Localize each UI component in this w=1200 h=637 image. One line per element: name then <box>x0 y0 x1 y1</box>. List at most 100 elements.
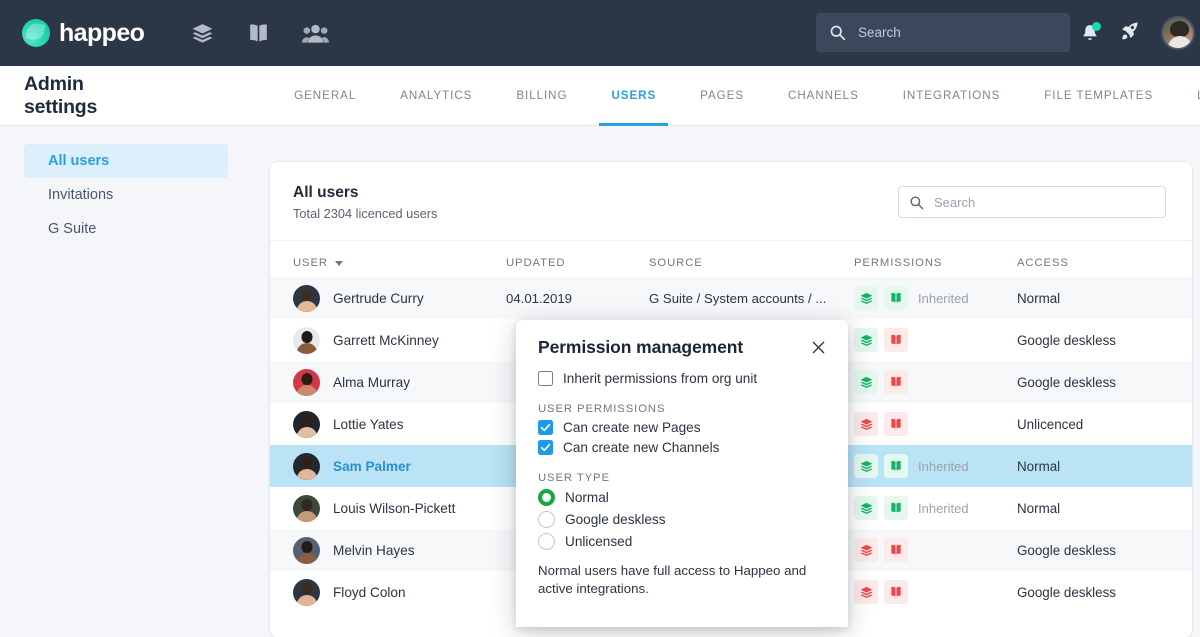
sidebar-item-label: Invitations <box>48 187 114 203</box>
permission-pages-icon[interactable] <box>854 454 878 478</box>
cell-updated: 04.01.2019 <box>506 290 573 306</box>
user-type-normal-radio[interactable] <box>538 489 555 506</box>
tab-integrations[interactable]: INTEGRATIONS <box>903 66 1001 126</box>
can-create-pages-checkbox[interactable] <box>538 420 553 435</box>
inherited-label: Inherited <box>918 500 969 516</box>
cell-permissions: Inherited <box>854 286 1017 310</box>
cell-permissions: Inherited <box>854 496 1017 520</box>
user-type-unlicensed-radio[interactable] <box>538 533 555 550</box>
inherit-permissions-checkbox[interactable] <box>538 371 553 386</box>
global-search-input[interactable] <box>858 25 1038 40</box>
user-type-row-unlicensed[interactable]: Unlicensed <box>538 533 826 550</box>
user-type-google-deskless-label: Google deskless <box>565 512 666 527</box>
users-card-header: All users Total 2304 licenced users <box>270 162 1192 241</box>
dialog-title: Permission management <box>538 337 744 357</box>
user-name: Gertrude Curry <box>333 290 424 306</box>
user-type-row-normal[interactable]: Normal <box>538 489 826 506</box>
logo-text: happeo <box>59 18 145 47</box>
users-search-box[interactable] <box>898 186 1166 218</box>
people-icon[interactable] <box>302 21 330 46</box>
tab-pages[interactable]: PAGES <box>700 66 744 126</box>
cell-access: Google deskless <box>1017 332 1116 348</box>
column-header-permissions: PERMISSIONS <box>854 257 943 269</box>
cell-access: Normal <box>1017 290 1061 306</box>
brand-logo[interactable]: happeo <box>22 18 145 48</box>
search-icon <box>909 195 924 210</box>
user-type-row-google-deskless[interactable]: Google deskless <box>538 511 826 528</box>
layers-icon[interactable] <box>190 21 215 46</box>
permission-channels-icon[interactable] <box>884 454 908 478</box>
user-name: Lottie Yates <box>333 416 404 432</box>
sidebar-item-invitations[interactable]: Invitations <box>24 178 228 212</box>
notification-bell-icon[interactable] <box>1080 22 1101 43</box>
column-header-user-label: USER <box>293 257 328 269</box>
sidebar-item-g-suite[interactable]: G Suite <box>24 212 228 246</box>
cell-user: Lottie Yates <box>270 410 506 438</box>
chevron-down-icon <box>335 260 343 266</box>
users-card-subtitle: Total 2304 licenced users <box>293 206 438 221</box>
table-row[interactable]: Gertrude Curry 04.01.2019 G Suite / Syst… <box>270 277 1192 319</box>
admin-subheader: Admin settings GENERAL ANALYTICS BILLING… <box>0 66 1200 126</box>
user-type-heading: USER TYPE <box>538 472 610 484</box>
tab-channels[interactable]: CHANNELS <box>788 66 859 126</box>
admin-sidebar: All users Invitations G Suite <box>0 127 270 627</box>
permission-channels-icon[interactable] <box>884 370 908 394</box>
permission-row-pages[interactable]: Can create new Pages <box>538 420 826 435</box>
users-search-input[interactable] <box>934 194 1134 210</box>
permission-pages-icon[interactable] <box>854 496 878 520</box>
permission-channels-icon[interactable] <box>884 412 908 436</box>
sidebar-item-label: G Suite <box>48 221 97 237</box>
cell-access: Google deskless <box>1017 542 1116 558</box>
permission-channels-icon[interactable] <box>884 496 908 520</box>
user-name: Sam Palmer <box>333 458 411 474</box>
cell-access: Google deskless <box>1017 584 1116 600</box>
tab-analytics[interactable]: ANALYTICS <box>400 66 472 126</box>
can-create-pages-label: Can create new Pages <box>563 420 701 435</box>
cell-user: Garrett McKinney <box>270 326 506 354</box>
permission-pages-icon[interactable] <box>854 580 878 604</box>
permission-row-channels[interactable]: Can create new Channels <box>538 440 826 455</box>
permission-channels-icon[interactable] <box>884 538 908 562</box>
user-type-description: Normal users have full access to Happeo … <box>538 563 807 596</box>
tab-file-templates[interactable]: FILE TEMPLATES <box>1044 66 1153 126</box>
global-search-box[interactable] <box>816 13 1070 52</box>
avatar <box>293 536 320 564</box>
rocket-icon[interactable] <box>1120 20 1141 46</box>
cell-access: Normal <box>1017 458 1061 474</box>
inherit-permissions-row[interactable]: Inherit permissions from org unit <box>538 371 826 386</box>
user-type-unlicensed-label: Unlicensed <box>565 534 633 549</box>
tab-billing[interactable]: BILLING <box>516 66 567 126</box>
column-header-user[interactable]: USER <box>270 257 506 269</box>
sidebar-item-label: All users <box>48 153 110 169</box>
cell-permissions <box>854 538 1017 562</box>
user-avatar[interactable] <box>1161 16 1195 50</box>
sidebar-item-all-users[interactable]: All users <box>24 144 228 178</box>
permission-pages-icon[interactable] <box>854 286 878 310</box>
cell-user: Alma Murray <box>270 368 506 396</box>
inherit-permissions-label: Inherit permissions from org unit <box>563 371 758 386</box>
user-permissions-heading: USER PERMISSIONS <box>538 403 666 415</box>
permission-pages-icon[interactable] <box>854 412 878 436</box>
cell-user: Gertrude Curry <box>270 284 506 312</box>
avatar <box>293 368 320 396</box>
tab-users[interactable]: USERS <box>599 66 668 126</box>
cell-source: G Suite / System accounts / ... <box>649 290 827 306</box>
can-create-channels-checkbox[interactable] <box>538 440 553 455</box>
book-icon[interactable] <box>246 21 271 46</box>
search-icon <box>829 24 846 41</box>
permission-pages-icon[interactable] <box>854 370 878 394</box>
cell-access: Normal <box>1017 500 1061 516</box>
user-type-google-deskless-radio[interactable] <box>538 511 555 528</box>
admin-tabs: GENERAL ANALYTICS BILLING USERS PAGES CH… <box>294 66 1200 126</box>
can-create-channels-label: Can create new Channels <box>563 440 720 455</box>
tab-general[interactable]: GENERAL <box>294 66 356 126</box>
close-icon[interactable] <box>810 339 828 357</box>
permission-channels-icon[interactable] <box>884 286 908 310</box>
permission-channels-icon[interactable] <box>884 580 908 604</box>
permission-channels-icon[interactable] <box>884 328 908 352</box>
column-header-source: SOURCE <box>649 257 703 269</box>
cell-user: Melvin Hayes <box>270 536 506 564</box>
permission-pages-icon[interactable] <box>854 538 878 562</box>
user-name: Alma Murray <box>333 374 411 390</box>
permission-pages-icon[interactable] <box>854 328 878 352</box>
